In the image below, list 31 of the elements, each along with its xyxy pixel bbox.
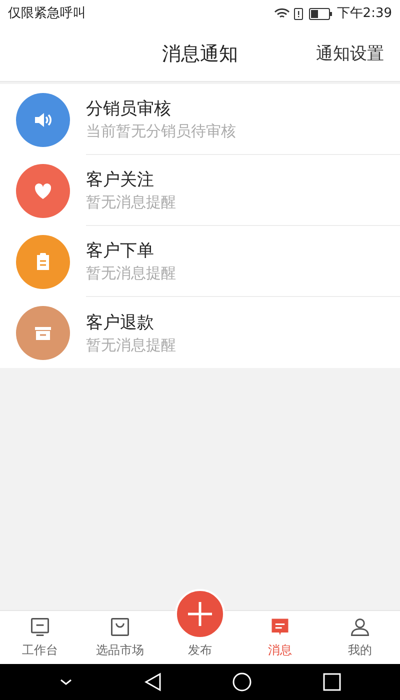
tab-item[interactable]: 工作台 [0,611,80,664]
notification-subtitle: 暂无消息提醒 [86,263,177,283]
notification-item[interactable]: 客户下单 暂无消息提醒 [0,226,400,297]
tab-item[interactable]: 消息 [240,611,320,664]
notification-item[interactable]: 客户退款 暂无消息提醒 [0,297,400,368]
notification-title: 客户退款 [86,312,155,334]
notification-title: 客户下单 [86,240,155,263]
notification-title: 客户关注 [86,169,155,192]
person-icon [349,616,371,638]
notification-item[interactable]: 客户关注 暂无消息提醒 [0,155,400,226]
notification-subtitle: 当前暂无分销员待审核 [86,121,237,141]
notification-settings-link[interactable]: 通知设置 [316,42,384,68]
home-icon[interactable] [232,672,252,692]
tab-item[interactable]: 发布 [160,589,240,665]
notification-item[interactable]: 分销员审核 当前暂无分销员待审核 [0,84,400,155]
sim-icon [294,8,303,20]
battery-icon [308,8,333,20]
carrier-text: 仅限紧急呼叫 [8,5,86,24]
time-text: 下午2:39 [336,5,392,24]
wifi-icon [274,8,290,20]
chevron-down-icon[interactable] [59,677,74,687]
back-icon[interactable] [144,672,162,692]
notification-title: 分销员审核 [86,98,172,121]
recents-icon[interactable] [322,673,341,691]
notification-subtitle: 暂无消息提醒 [86,192,177,212]
notification-subtitle: 暂无消息提醒 [86,334,177,354]
monitor-icon [29,616,51,638]
tab-item[interactable]: 我的 [320,611,400,664]
tab-item[interactable]: 选品市场 [80,611,160,664]
bag-icon [109,616,131,638]
page-title: 消息通知 [162,42,238,68]
